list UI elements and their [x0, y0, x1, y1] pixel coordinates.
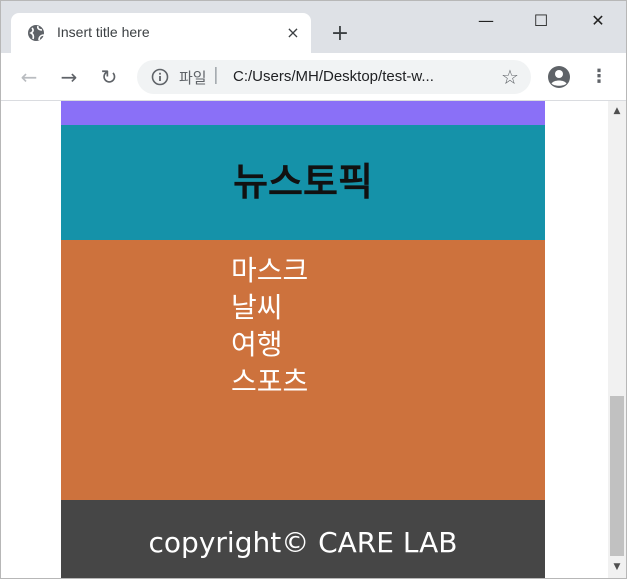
copyright-text: copyright© CARE LAB: [148, 526, 458, 559]
nav-bar: [61, 101, 545, 125]
scroll-up-icon[interactable]: ▲: [608, 103, 626, 119]
browser-toolbar: ← → ↻ 파일 | C:/Users/MH/Desktop/test-w...…: [1, 53, 626, 101]
page-container: 뉴스토픽 마스크 날씨 여행 스포츠 copyright© CARE LAB: [61, 101, 545, 578]
reload-icon[interactable]: ↻: [95, 63, 123, 91]
browser-menu-icon[interactable]: ⋮: [589, 65, 609, 89]
topic-item: 스포츠: [231, 365, 309, 398]
maximize-icon[interactable]: ☐: [512, 1, 570, 41]
site-info-label: 파일: [179, 69, 207, 87]
page-footer: copyright© CARE LAB: [61, 500, 545, 578]
scroll-down-icon[interactable]: ▼: [608, 559, 626, 575]
minimize-icon[interactable]: —: [457, 1, 515, 41]
topic-item: 여행: [231, 328, 283, 361]
info-icon[interactable]: [151, 68, 169, 86]
page-title: 뉴스토픽: [233, 160, 373, 204]
profile-avatar-icon[interactable]: [547, 65, 571, 89]
globe-icon: [28, 25, 45, 41]
back-icon[interactable]: ←: [15, 63, 43, 91]
page-header: 뉴스토픽: [61, 125, 545, 240]
address-url[interactable]: C:/Users/MH/Desktop/test-w...: [233, 68, 434, 85]
scrollbar-thumb[interactable]: [610, 396, 624, 556]
address-bar[interactable]: 파일 | C:/Users/MH/Desktop/test-w... ☆: [137, 60, 531, 94]
vertical-scrollbar[interactable]: ▲ ▼: [608, 101, 626, 578]
topic-section: 마스크 날씨 여행 스포츠: [61, 240, 545, 500]
topic-item: 날씨: [231, 291, 283, 324]
tab-strip: Insert title here × + — ☐ ✕: [1, 1, 626, 53]
bookmark-star-icon[interactable]: ☆: [499, 66, 521, 88]
forward-icon[interactable]: →: [55, 63, 83, 91]
topic-list: 마스크 날씨 여행 스포츠: [231, 252, 308, 400]
page-viewport: 뉴스토픽 마스크 날씨 여행 스포츠 copyright© CARE LAB: [1, 101, 608, 578]
tab-title: Insert title here: [57, 24, 150, 40]
address-separator: |: [213, 65, 219, 85]
browser-window: Insert title here × + — ☐ ✕ ← → ↻ 파일 | C…: [0, 0, 627, 579]
new-tab-icon[interactable]: +: [327, 21, 353, 47]
topic-item: 마스크: [231, 254, 309, 287]
window-close-icon[interactable]: ✕: [569, 1, 626, 41]
tab-close-icon[interactable]: ×: [283, 23, 303, 43]
browser-tab[interactable]: Insert title here ×: [11, 13, 311, 53]
